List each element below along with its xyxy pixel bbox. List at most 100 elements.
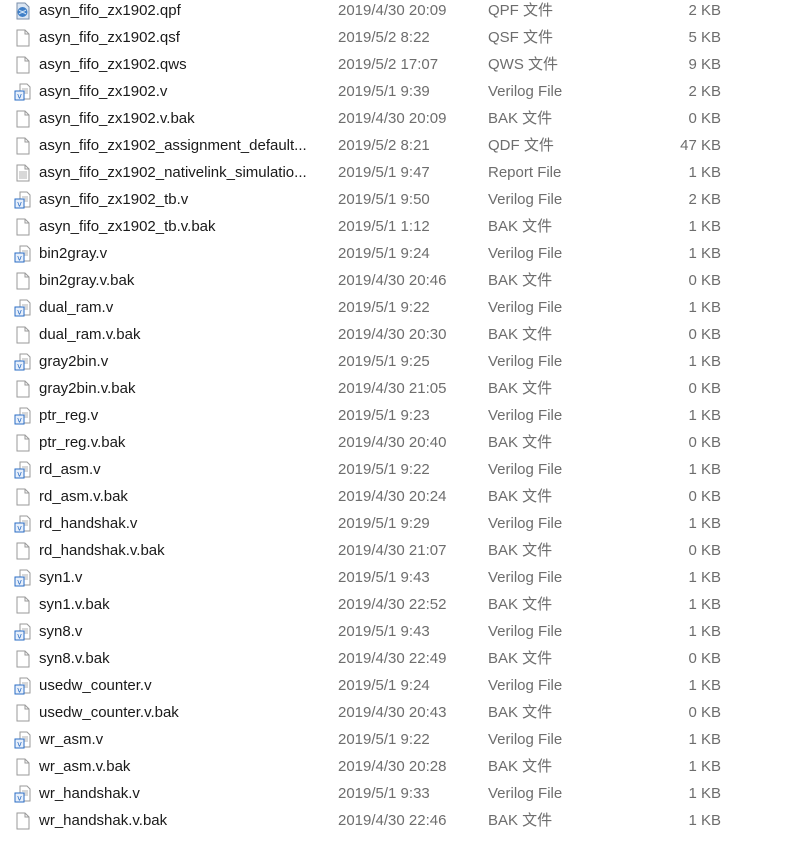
file-size: 2 KB [688,2,721,19]
file-row[interactable]: v gray2bin.v 2019/5/1 9:25 Verilog File 1 KB [0,348,790,375]
file-size: 2 KB [688,191,721,208]
svg-text:v: v [17,632,22,641]
file-type: Report File [488,164,562,181]
file-size: 1 KB [688,758,721,775]
svg-text:v: v [17,524,22,533]
file-name: usedw_counter.v.bak [39,704,179,721]
file-date-modified: 2019/5/2 8:21 [338,137,430,154]
verilog-file-icon: v [14,623,31,641]
file-type: Verilog File [488,407,563,424]
quartus-project-icon [16,2,30,20]
file-size: 1 KB [688,596,721,613]
file-name: asyn_fifo_zx1902.qpf [39,2,181,19]
file-date-modified: 2019/5/1 9:22 [338,731,430,748]
file-row[interactable]: asyn_fifo_zx1902.qsf 2019/5/2 8:22 QSF 文件 5… [0,24,790,51]
file-date-modified: 2019/4/30 22:49 [338,650,447,667]
file-row[interactable]: asyn_fifo_zx1902.qws 2019/5/2 17:07 QWS 文件… [0,51,790,78]
file-row[interactable]: v usedw_counter.v 2019/5/1 9:24 Verilog Fil… [0,672,790,699]
file-date-modified: 2019/4/30 20:30 [338,326,447,343]
svg-text:v: v [17,686,22,695]
file-row[interactable]: ptr_reg.v.bak 2019/4/30 20:40 BAK 文件 0 KB [0,429,790,456]
file-size: 0 KB [688,272,721,289]
file-row[interactable]: wr_asm.v.bak 2019/4/30 20:28 BAK 文件 1 KB [0,753,790,780]
file-type: BAK 文件 [488,380,553,397]
blank-file-icon [16,137,30,155]
svg-text:v: v [17,470,22,479]
file-type: BAK 文件 [488,434,553,451]
file-date-modified: 2019/5/1 9:24 [338,677,430,694]
file-row[interactable]: v syn1.v 2019/5/1 9:43 Verilog File 1 KB [0,564,790,591]
file-row[interactable]: v rd_asm.v 2019/5/1 9:22 Verilog File 1 KB [0,456,790,483]
verilog-file-icon: v [14,569,31,587]
file-type: Verilog File [488,353,563,370]
file-type: QDF 文件 [488,137,554,154]
file-row[interactable]: wr_handshak.v.bak 2019/4/30 22:46 BAK 文件 1 … [0,807,790,834]
file-row[interactable]: syn1.v.bak 2019/4/30 22:52 BAK 文件 1 KB [0,591,790,618]
file-name: asyn_fifo_zx1902.qws [39,56,187,73]
file-name: rd_handshak.v.bak [39,542,165,559]
file-size: 0 KB [688,542,721,559]
file-name: asyn_fifo_zx1902_assignment_default... [39,137,307,154]
file-type: Verilog File [488,245,563,262]
file-size: 0 KB [688,380,721,397]
blank-file-icon [16,380,30,398]
file-name: asyn_fifo_zx1902_tb.v.bak [39,218,216,235]
file-date-modified: 2019/5/1 9:43 [338,623,430,640]
file-date-modified: 2019/4/30 20:43 [338,704,447,721]
file-row[interactable]: v rd_handshak.v 2019/5/1 9:29 Verilog File 1… [0,510,790,537]
file-date-modified: 2019/5/1 9:25 [338,353,430,370]
file-row[interactable]: gray2bin.v.bak 2019/4/30 21:05 BAK 文件 0 KB [0,375,790,402]
file-name: dual_ram.v.bak [39,326,141,343]
file-size: 47 KB [680,137,721,154]
svg-text:v: v [17,254,22,263]
file-size: 1 KB [688,164,721,181]
file-row[interactable]: rd_asm.v.bak 2019/4/30 20:24 BAK 文件 0 KB [0,483,790,510]
file-type: BAK 文件 [488,272,553,289]
file-date-modified: 2019/5/1 9:23 [338,407,430,424]
file-type: BAK 文件 [488,704,553,721]
file-row[interactable]: v ptr_reg.v 2019/5/1 9:23 Verilog File 1 KB [0,402,790,429]
file-row[interactable]: syn8.v.bak 2019/4/30 22:49 BAK 文件 0 KB [0,645,790,672]
file-type: Verilog File [488,677,563,694]
file-row[interactable]: asyn_fifo_zx1902.v.bak 2019/4/30 20:09 BAK… [0,105,790,132]
file-name: asyn_fifo_zx1902_tb.v [39,191,189,208]
file-row[interactable]: v dual_ram.v 2019/5/1 9:22 Verilog File 1 KB [0,294,790,321]
verilog-file-icon: v [14,785,31,803]
blank-file-icon [16,812,30,830]
file-size: 1 KB [688,569,721,586]
svg-text:v: v [17,740,22,749]
file-name: gray2bin.v [39,353,109,370]
file-row[interactable]: asyn_fifo_zx1902_nativelink_simulatio...… [0,159,790,186]
file-row[interactable]: asyn_fifo_zx1902.qpf 2019/4/30 20:09 QPF 文… [0,0,790,24]
file-size: 5 KB [688,29,721,46]
file-date-modified: 2019/4/30 20:28 [338,758,447,775]
file-date-modified: 2019/5/1 9:39 [338,83,430,100]
file-date-modified: 2019/5/2 8:22 [338,29,430,46]
blank-file-icon [16,542,30,560]
file-size: 1 KB [688,353,721,370]
blank-file-icon [16,56,30,74]
file-row[interactable]: v syn8.v 2019/5/1 9:43 Verilog File 1 KB [0,618,790,645]
file-row[interactable]: usedw_counter.v.bak 2019/4/30 20:43 BAK 文件… [0,699,790,726]
file-type: BAK 文件 [488,218,553,235]
blank-file-icon [16,704,30,722]
file-date-modified: 2019/4/30 20:24 [338,488,447,505]
file-date-modified: 2019/4/30 21:07 [338,542,447,559]
file-row[interactable]: dual_ram.v.bak 2019/4/30 20:30 BAK 文件 0 KB [0,321,790,348]
file-row[interactable]: v asyn_fifo_zx1902.v 2019/5/1 9:39 Verilog … [0,78,790,105]
file-row[interactable]: v bin2gray.v 2019/5/1 9:24 Verilog File 1 KB [0,240,790,267]
file-row[interactable]: asyn_fifo_zx1902_tb.v.bak 2019/5/1 1:12 BA… [0,213,790,240]
file-date-modified: 2019/4/30 22:52 [338,596,447,613]
file-size: 0 KB [688,650,721,667]
file-type: QWS 文件 [488,56,558,73]
file-row[interactable]: rd_handshak.v.bak 2019/4/30 21:07 BAK 文件 0 … [0,537,790,564]
file-size: 9 KB [688,56,721,73]
file-row[interactable]: v wr_asm.v 2019/5/1 9:22 Verilog File 1 KB [0,726,790,753]
file-row[interactable]: bin2gray.v.bak 2019/4/30 20:46 BAK 文件 0 KB [0,267,790,294]
file-list: asyn_fifo_zx1902.qpf 2019/4/30 20:09 QPF 文… [0,0,790,834]
file-name: bin2gray.v.bak [39,272,135,289]
file-row[interactable]: v wr_handshak.v 2019/5/1 9:33 Verilog File 1… [0,780,790,807]
file-row[interactable]: v asyn_fifo_zx1902_tb.v 2019/5/1 9:50 Veril… [0,186,790,213]
file-row[interactable]: asyn_fifo_zx1902_assignment_default... 20… [0,132,790,159]
file-size: 1 KB [688,299,721,316]
